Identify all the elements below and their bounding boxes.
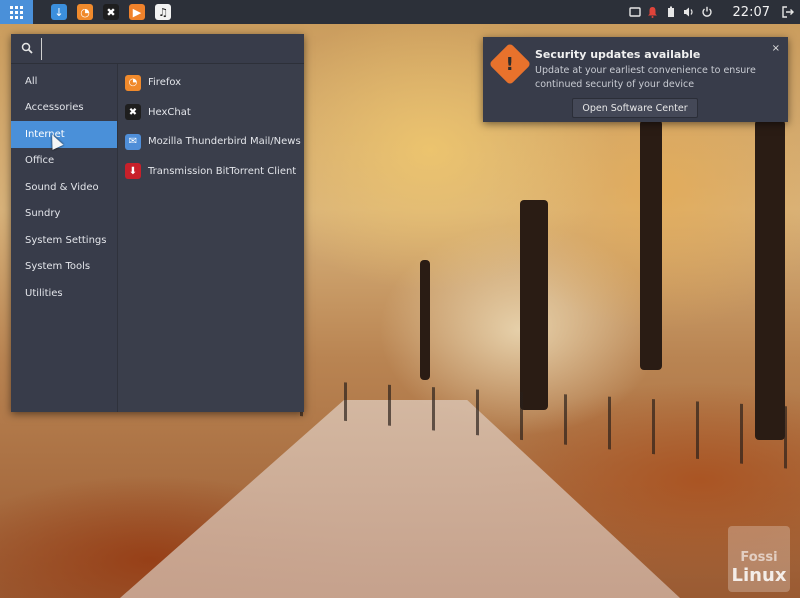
menu-search-bar (11, 34, 304, 64)
wallpaper-tree-trunk (755, 120, 785, 440)
grid-icon (10, 5, 23, 19)
app-item-label: Transmission BitTorrent Client (148, 165, 297, 177)
search-icon (21, 39, 33, 58)
category-sound-video[interactable]: Sound & Video (11, 174, 117, 201)
category-system-tools[interactable]: System Tools (11, 254, 117, 281)
launcher-bar: ↓ ◔ ✖ ▶ ♫ (33, 4, 171, 20)
app-item-label: Firefox (148, 77, 182, 89)
watermark-logo: Fossi Linux (728, 526, 790, 592)
hexchat-icon[interactable]: ✖ (103, 4, 119, 20)
firefox-icon[interactable]: ◔ (77, 4, 93, 20)
wallpaper-tree-trunk (420, 260, 430, 380)
firefox-icon: ◔ (125, 74, 141, 91)
notification-title: Security updates available (535, 48, 701, 61)
app-item[interactable]: ✖ HexChat (118, 98, 304, 128)
category-list: All Accessories Internet Office Sound & Vide… (11, 64, 118, 412)
warning-icon: ! (488, 42, 532, 86)
watermark-bottom: Linux (731, 565, 787, 586)
system-tray: 22:07 (628, 5, 800, 20)
category-sundry[interactable]: Sundry (11, 201, 117, 228)
category-accessories[interactable]: Accessories (11, 95, 117, 122)
menu-body: All Accessories Internet Office Sound & Vide… (11, 64, 304, 412)
display-icon[interactable] (628, 6, 641, 18)
hexchat-icon: ✖ (125, 104, 141, 121)
top-panel: ↓ ◔ ✖ ▶ ♫ 22:07 (0, 0, 800, 24)
open-software-center-button[interactable]: Open Software Center (572, 98, 698, 118)
category-system-settings[interactable]: System Settings (11, 227, 117, 254)
search-input[interactable] (41, 37, 296, 60)
category-utilities[interactable]: Utilities (11, 280, 117, 307)
battery-icon[interactable] (665, 6, 677, 18)
logout-icon[interactable] (782, 6, 794, 18)
notification-body: Update at your earliest convenience to e… (535, 65, 756, 90)
applications-menu-button[interactable] (0, 0, 33, 24)
clock[interactable]: 22:07 (733, 5, 770, 20)
app-item-label: Mozilla Thunderbird Mail/News (148, 136, 301, 148)
application-list: ◔ Firefox ✖ HexChat ✉ Mozilla Thunderbird Mai… (118, 64, 304, 412)
close-icon[interactable]: × (772, 43, 780, 54)
wallpaper-tree-trunk (520, 200, 548, 410)
volume-icon[interactable] (683, 6, 695, 18)
app-item[interactable]: ◔ Firefox (118, 68, 304, 98)
wallpaper-tree-trunk (640, 120, 662, 370)
music-icon[interactable]: ♫ (155, 4, 171, 20)
download-arrow-icon[interactable]: ↓ (51, 4, 67, 20)
category-internet[interactable]: Internet (11, 121, 117, 148)
app-item-label: HexChat (148, 106, 191, 118)
media-player-icon[interactable]: ▶ (129, 4, 145, 20)
watermark-top: Fossi (740, 550, 778, 565)
app-item[interactable]: ✉ Mozilla Thunderbird Mail/News (118, 127, 304, 157)
bell-icon[interactable] (647, 6, 659, 18)
transmission-icon: ⬇ (125, 163, 141, 180)
category-office[interactable]: Office (11, 148, 117, 175)
application-menu: All Accessories Internet Office Sound & Vide… (11, 34, 304, 412)
app-item[interactable]: ⬇ Transmission BitTorrent Client (118, 157, 304, 187)
security-notification: ! Security updates available Update at y… (483, 37, 788, 122)
thunderbird-icon: ✉ (125, 133, 141, 150)
category-all[interactable]: All (11, 68, 117, 95)
power-icon[interactable] (701, 6, 713, 18)
